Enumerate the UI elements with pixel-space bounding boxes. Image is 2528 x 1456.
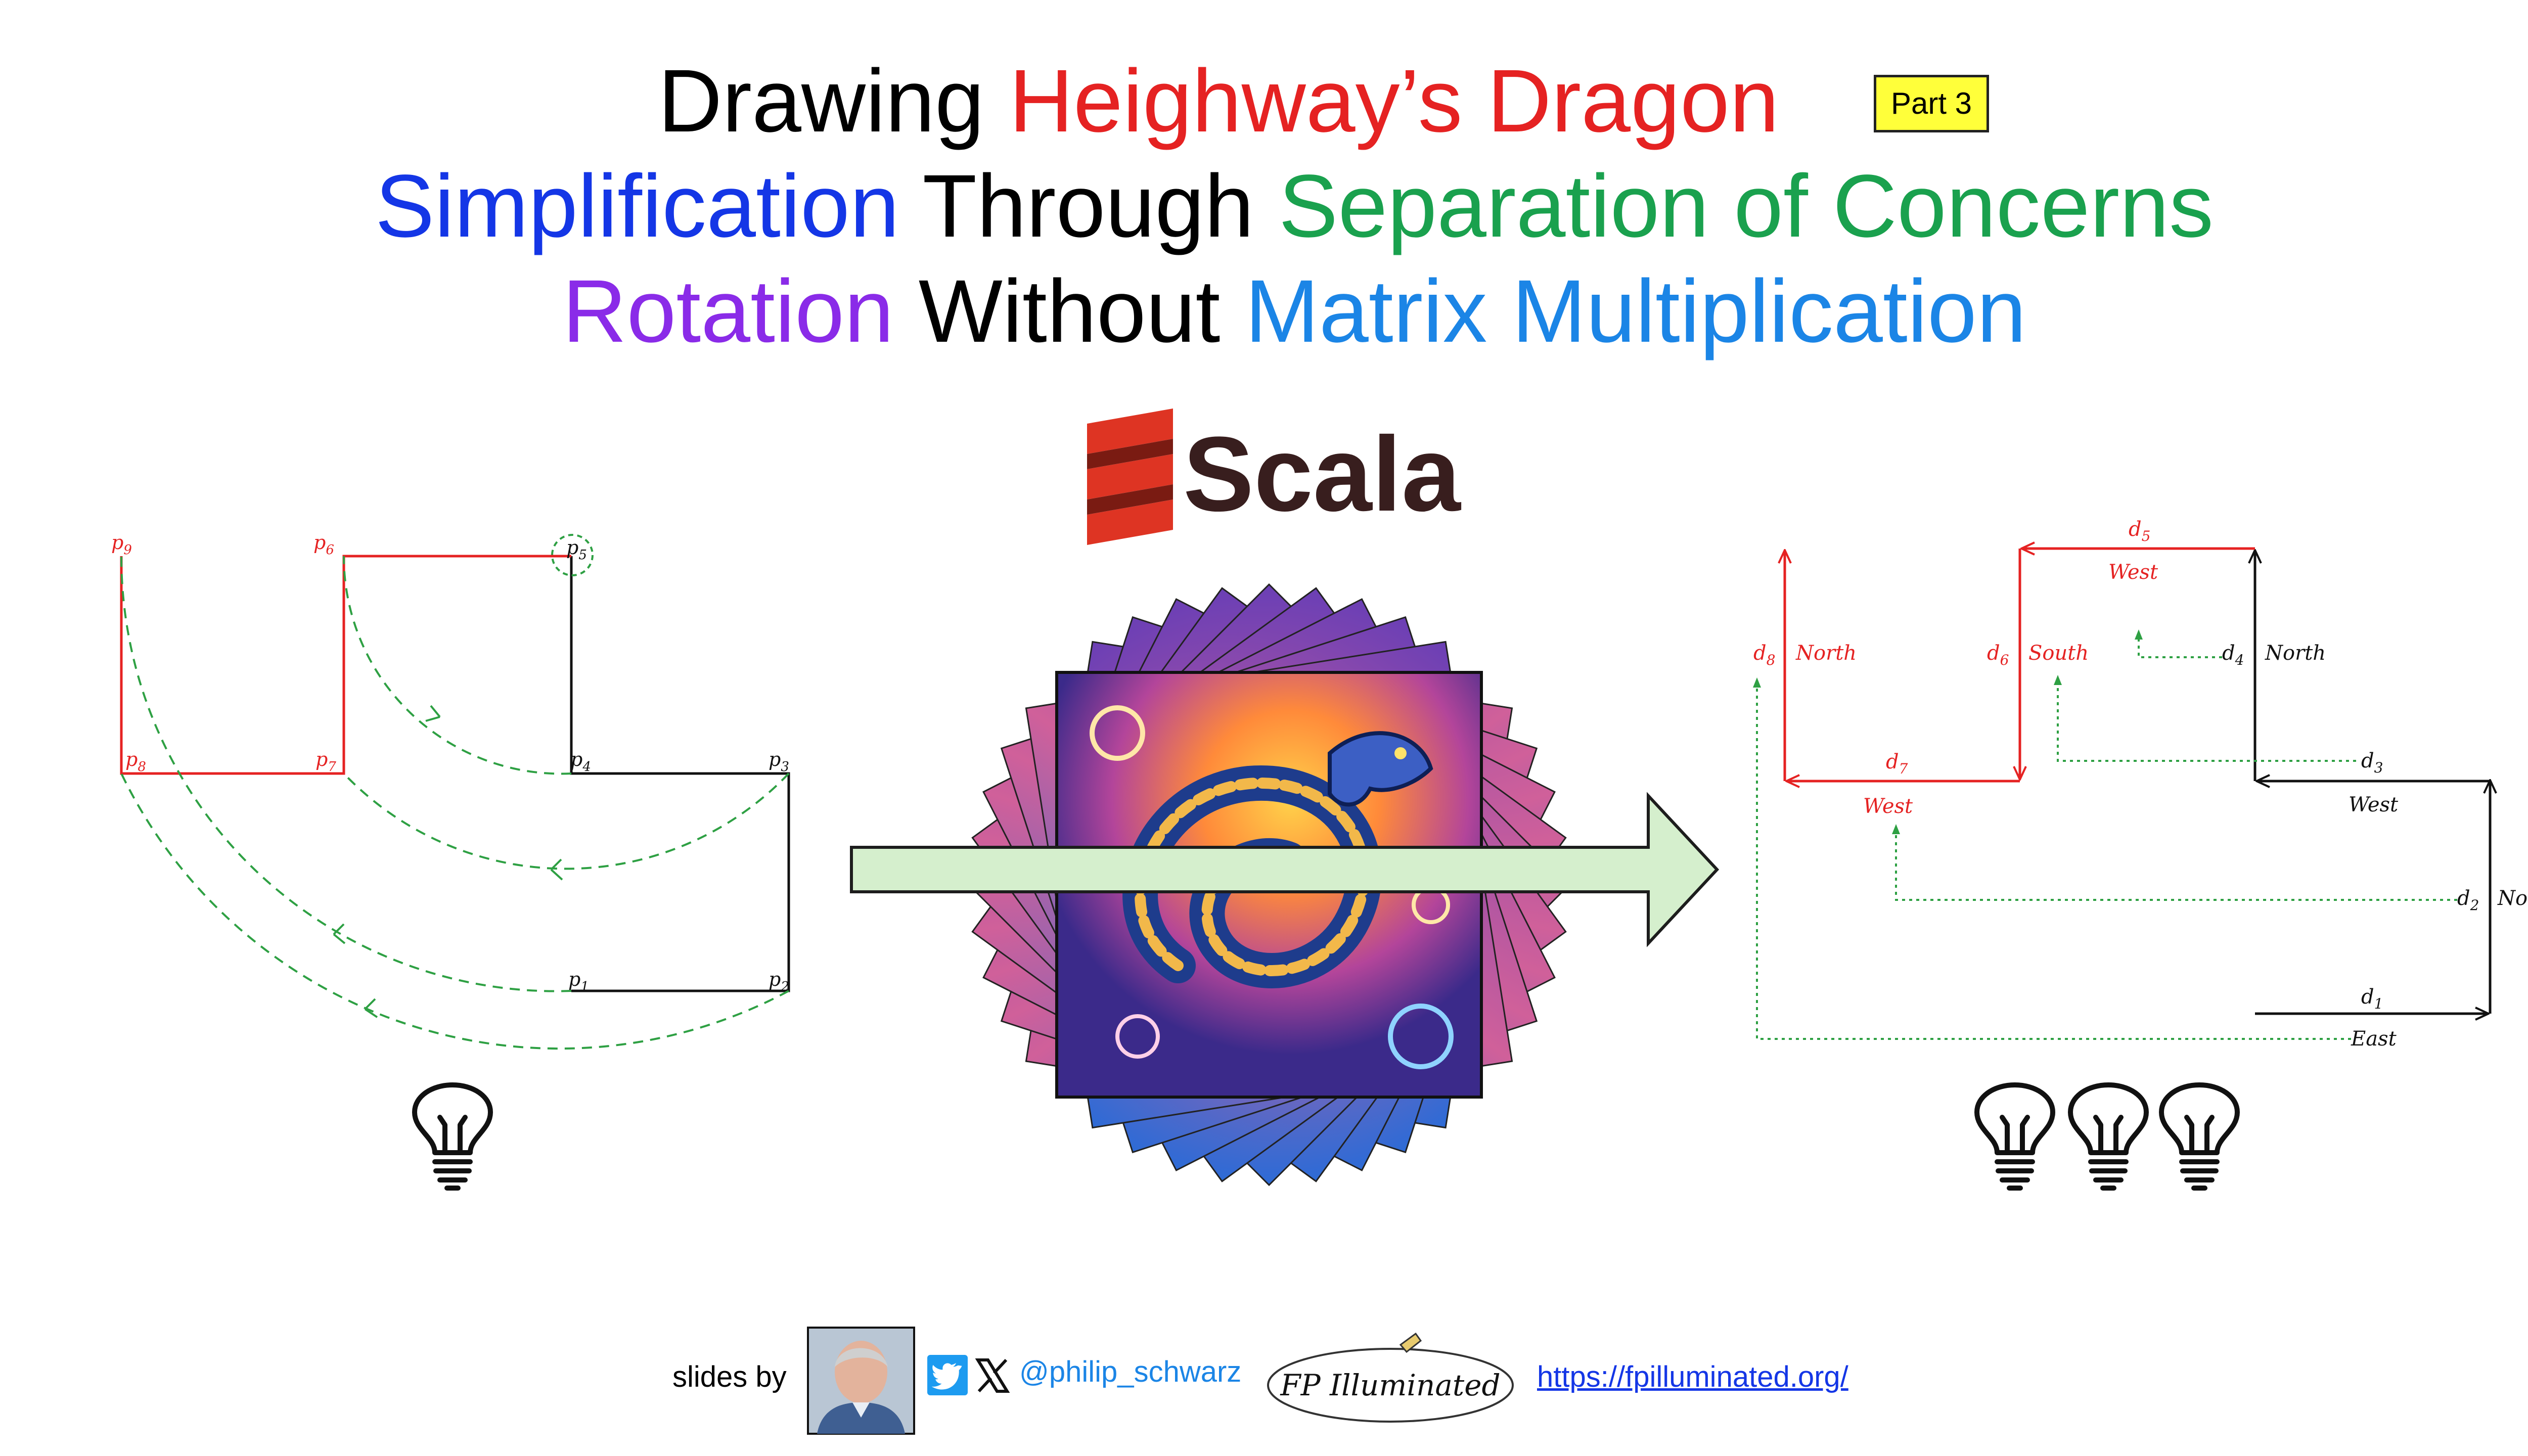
scala-logo: Scala — [1082, 408, 1466, 555]
label-west-d3: West — [2349, 793, 2399, 816]
label-d3: d3 — [2361, 749, 2383, 776]
label-east: East — [2351, 1027, 2397, 1051]
scala-mark-icon — [1087, 408, 1173, 545]
lightbulb-icon — [2068, 1082, 2149, 1191]
title-line-2: Simplification Through Separation of Con… — [0, 156, 2528, 257]
arc-p3-p7 — [343, 772, 790, 870]
fp-illuminated-logo: FP Illuminated — [1267, 1332, 1514, 1423]
label-d2: d2 — [2457, 887, 2479, 914]
author-avatar — [807, 1327, 915, 1435]
label-p5: p5 — [566, 536, 587, 563]
label-d6: d6 — [1987, 642, 2009, 668]
title-matrix: Matrix Multiplication — [1245, 262, 2026, 361]
lightbulb-icon — [412, 1082, 493, 1191]
label-p9: p9 — [111, 531, 132, 558]
label-d5: d5 — [2129, 518, 2150, 544]
title-through: Through — [899, 157, 1279, 256]
label-p6: p6 — [313, 531, 334, 558]
label-p7: p7 — [315, 748, 336, 775]
title-drawing: Drawing — [658, 52, 1009, 151]
label-d8: d8 — [1753, 642, 1775, 668]
label-north-d8: North — [1795, 642, 1857, 665]
label-south: South — [2028, 642, 2089, 665]
label-north-d2: North — [2497, 887, 2528, 910]
lightbulb-icon — [1974, 1082, 2055, 1191]
link-d1-d8 — [1753, 677, 2351, 1040]
label-west-d7: West — [1863, 795, 1913, 818]
x-icon[interactable] — [975, 1358, 1010, 1393]
part-badge: Part 3 — [1874, 75, 1989, 132]
title-line-1: Drawing Heighway’s Dragon — [0, 51, 2528, 152]
black-path — [570, 556, 790, 992]
slides-by-label: slides by — [672, 1360, 787, 1393]
website-link[interactable]: https://fpilluminated.org/ — [1537, 1360, 1848, 1394]
twitter-icon[interactable] — [927, 1355, 968, 1395]
label-north-d4: North — [2265, 642, 2326, 665]
link-d2-d7 — [1892, 824, 2457, 901]
link-d4-d5 — [2135, 629, 2222, 658]
scala-wordmark: Scala — [1183, 415, 1461, 533]
arc-p2-p8 — [120, 773, 789, 1050]
title-simplification: Simplification — [375, 157, 899, 256]
left-diagram: p1 p2 p3 p4 p5 p6 p7 p8 p9 — [111, 531, 790, 1050]
label-d1: d1 — [2361, 985, 2383, 1012]
fp-illuminated-text: FP Illuminated — [1280, 1368, 1500, 1402]
label-west-d5: West — [2108, 561, 2158, 584]
lightbulb-icon — [2159, 1082, 2240, 1191]
label-p4: p4 — [570, 748, 591, 775]
label-p8: p8 — [125, 748, 146, 775]
link-d3-d6 — [2054, 675, 2356, 762]
label-d7: d7 — [1886, 750, 1908, 777]
arc-p4-p6 — [342, 556, 572, 775]
right-diagram: d1 East d2 North d3 West d4 North d5 Wes… — [1753, 518, 2528, 1051]
transform-arrow — [850, 792, 1719, 947]
title-separation: Separation of Concerns — [1278, 157, 2214, 256]
label-p3: p3 — [769, 748, 789, 775]
title-rotation: Rotation — [562, 262, 894, 361]
title-line-3: Rotation Without Matrix Multiplication — [0, 261, 2528, 362]
title-heighways-dragon: Heighway’s Dragon — [1009, 52, 1779, 151]
label-d4: d4 — [2222, 642, 2244, 668]
twitter-handle[interactable]: @philip_schwarz — [1019, 1355, 1241, 1389]
title-without: Without — [893, 262, 1245, 361]
